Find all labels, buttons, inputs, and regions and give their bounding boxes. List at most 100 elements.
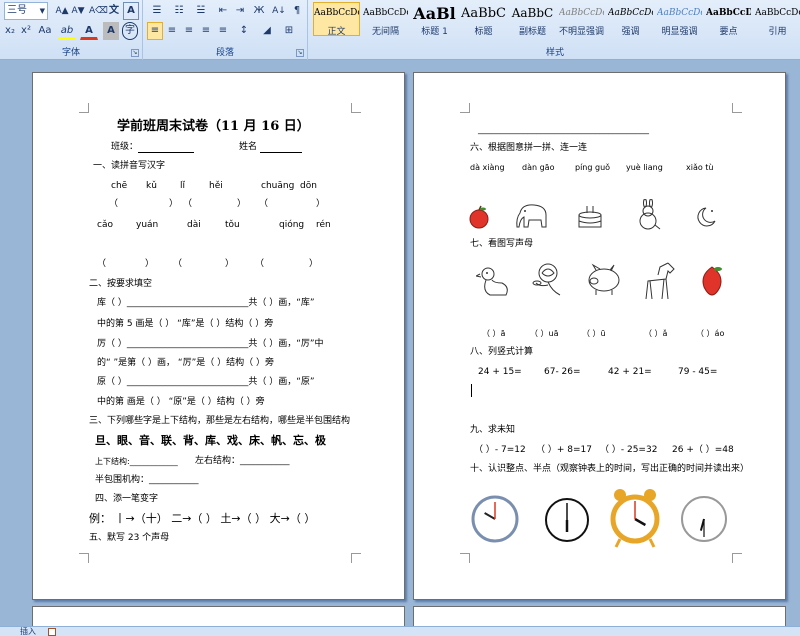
font-dialog-launcher-icon[interactable]: ↘ [131, 49, 139, 57]
style-strong[interactable]: AaBbCcD 要点 [705, 2, 752, 36]
fill-line: 厉（ ）___________________________共（ ）画，“厉”… [97, 339, 324, 349]
answer-paren: （ [97, 259, 107, 269]
pinyin: dài [187, 220, 201, 230]
sort-icon[interactable]: A↓ [270, 2, 288, 20]
char-shading-icon[interactable]: A [123, 2, 139, 20]
margin-corner-mark [460, 553, 470, 563]
math-problem: 24 + 15= [478, 367, 522, 377]
line-spacing-icon[interactable]: ↕ [235, 22, 253, 40]
align-left-icon[interactable]: ≡ [147, 22, 163, 40]
margin-corner-mark [732, 103, 742, 113]
align-right-icon[interactable]: ≡ [181, 22, 197, 40]
fill-line: 库（ ）___________________________共（ ）画，“库” [97, 298, 315, 308]
paragraph-dialog-launcher-icon[interactable]: ↘ [296, 49, 304, 57]
style-name: 副标题 [518, 27, 546, 36]
font-group: 三号 ▼ A▲ A▼ A⌫ 文 A x₂ x² Aa ab A A 字 字体 ↘ [0, 0, 143, 60]
margin-corner-mark [351, 103, 361, 113]
shading-icon[interactable]: ◢ [257, 22, 277, 40]
center-icon[interactable]: ≡ [164, 22, 180, 40]
name-label-text: 姓名 [239, 142, 258, 152]
chinese-layout-icon[interactable]: Ж [250, 2, 268, 20]
style-name: 正文 [327, 27, 346, 36]
answer-blank: （ ）uā [530, 329, 559, 338]
style-name: 明显强调 [661, 27, 698, 36]
multilevel-list-icon[interactable]: ☱ [191, 2, 211, 20]
horse-picture [645, 262, 675, 300]
leftright-structure-label: 左右结构：___________ [195, 456, 290, 466]
numbering-icon[interactable]: ☷ [169, 2, 189, 20]
style-name: 标题 1 [421, 27, 448, 36]
fill-line: 的“ ”是第（ ）画， “厉”是（ ）结构（ ）旁 [97, 358, 274, 368]
insert-mode-label[interactable]: 插入 [20, 627, 36, 636]
grow-font-icon[interactable]: A▲ [54, 2, 70, 20]
class-label-text: 班级： [111, 142, 139, 152]
paragraph-group: ☰ ☷ ☱ ⇤ ⇥ Ж A↓ ¶ ≡ ≡ ≡ ≡ ≡ ↕ ◢ ⊞ 段落 ↘ [143, 0, 308, 60]
style-no-spacing[interactable]: AaBbCcDc 无间隔 [362, 2, 409, 36]
math-problem: （ ）- 7=12 [474, 445, 526, 455]
pinyin: lǐ [180, 181, 186, 191]
answer-paren: （ [255, 259, 265, 269]
section-9-heading: 九、求未知 [470, 425, 516, 435]
font-color-icon[interactable]: A [80, 22, 98, 40]
increase-indent-icon[interactable]: ⇥ [232, 2, 248, 20]
change-case-icon[interactable]: Aa [35, 22, 55, 40]
superscript-icon[interactable]: x² [18, 22, 34, 40]
style-name: 标题 [474, 27, 493, 36]
section-6-heading: 六、根据图意拼一拼、连一连 [470, 143, 588, 153]
style-emphasis[interactable]: AaBbCcDc 强调 [607, 2, 654, 36]
shrink-font-icon[interactable]: A▼ [70, 2, 86, 20]
page-2[interactable]: ______________________________________ 六… [413, 72, 786, 600]
math-problem: 26 +（ ）=48 [672, 445, 734, 455]
chevron-down-icon: ▼ [39, 7, 45, 15]
math-problem: （ ）- 25=32 [600, 445, 658, 455]
pinyin: dàn gāo [522, 163, 555, 172]
section-5-heading: 五、默写 23 个声母 [89, 533, 170, 543]
math-problem: 67- 26= [544, 367, 581, 377]
distributed-icon[interactable]: ≡ [215, 22, 231, 40]
justify-icon[interactable]: ≡ [198, 22, 214, 40]
page-1[interactable]: 学前班周末试卷（11 月 16 日） 班级： 姓名 一、读拼音写汉字 chē k… [32, 72, 405, 600]
decrease-indent-icon[interactable]: ⇤ [215, 2, 231, 20]
answer-paren: （ [173, 259, 183, 269]
style-subtitle[interactable]: AaBbC 副标题 [509, 2, 556, 36]
show-marks-icon[interactable]: ¶ [290, 2, 304, 20]
duck-picture [476, 267, 508, 296]
text-cursor [471, 384, 472, 397]
answer-paren: （ [109, 199, 119, 209]
bullets-icon[interactable]: ☰ [147, 2, 167, 20]
class-blank[interactable] [138, 144, 195, 153]
style-intense-emphasis[interactable]: AaBbCcDc 明显强调 [656, 2, 703, 36]
style-quote[interactable]: AaBbCcDc 引用 [754, 2, 800, 36]
style-sample: AaBbCcDc [608, 8, 653, 18]
encircle-icon[interactable]: 字 [122, 22, 138, 40]
style-name: 引用 [768, 27, 787, 36]
pinyin: qióng [279, 220, 305, 230]
style-heading-1[interactable]: AaBl 标题 1 [411, 2, 458, 36]
char-border-icon[interactable]: 文 [106, 2, 122, 20]
section-7-heading: 七、看图写声母 [470, 239, 534, 249]
margin-corner-mark [79, 103, 89, 113]
font-size-value: 三号 [7, 5, 27, 16]
borders-icon[interactable]: ⊞ [279, 22, 299, 40]
style-normal[interactable]: AaBbCcDc 正文 [313, 2, 360, 36]
style-sample: AaBbC [511, 6, 554, 20]
rose-picture [532, 263, 561, 296]
structure-chars: 旦、眼、音、联、背、库、戏、床、帆、忘、极 [95, 434, 326, 447]
style-sample: AaBbCcD [706, 8, 751, 18]
answer-blank: （ ）ā [482, 329, 506, 338]
updown-structure-label: 上下结构:____________ [95, 457, 178, 466]
pinyin: chē [111, 181, 128, 191]
char-scale-icon[interactable]: A [103, 22, 119, 40]
style-title[interactable]: AaBbC 标题 [460, 2, 507, 36]
font-size-select[interactable]: 三号 ▼ [4, 2, 48, 20]
apple-picture [469, 205, 489, 229]
answer-blank: （ ）áo [696, 329, 725, 338]
class-label: 班级： [111, 142, 195, 153]
fill-line: 中的第 5 画是（ ） “库”是（ ）结构（ ）旁 [97, 319, 274, 329]
name-blank[interactable] [259, 144, 302, 153]
clear-format-icon[interactable]: A⌫ [88, 2, 108, 20]
style-subtle-emphasis[interactable]: AaBbCcDc 不明显强调 [558, 2, 605, 36]
document-workspace[interactable]: 学前班周末试卷（11 月 16 日） 班级： 姓名 一、读拼音写汉字 chē k… [0, 60, 800, 636]
subscript-icon[interactable]: x₂ [2, 22, 18, 40]
highlight-icon[interactable]: ab [58, 22, 76, 40]
